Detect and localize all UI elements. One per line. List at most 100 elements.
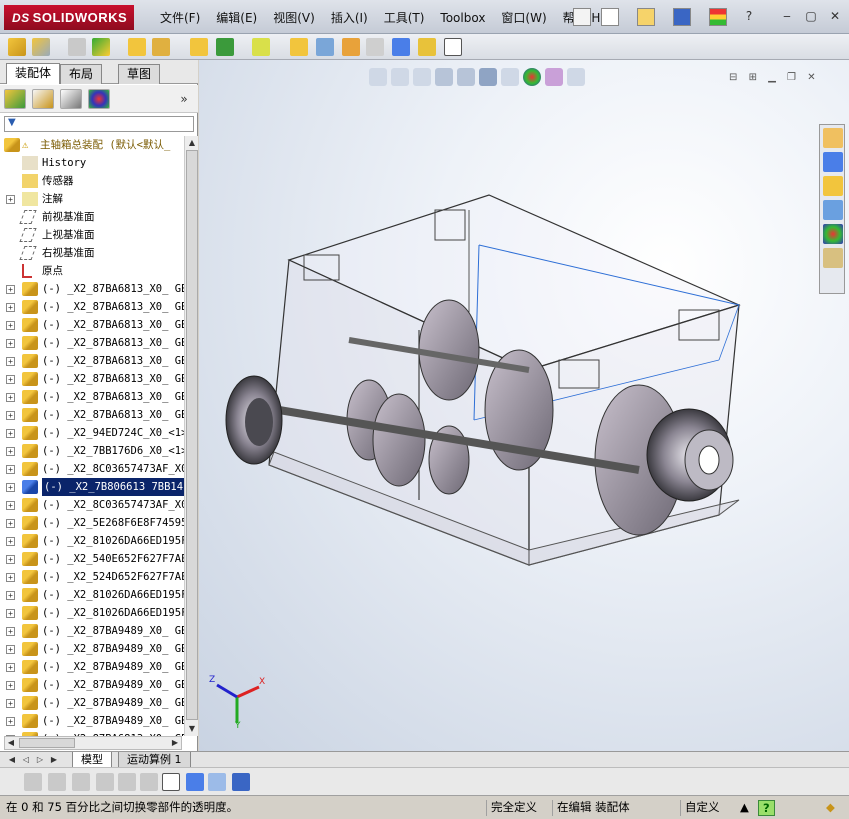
tree-component-row[interactable]: + (-) _X2_87BA9489_X0_ GB xyxy=(0,676,184,694)
expand-toggle-icon[interactable]: + xyxy=(6,627,15,636)
expand-toggle-icon[interactable]: + xyxy=(6,519,15,528)
appearances-scenes-icon[interactable] xyxy=(823,224,843,244)
bill-of-materials-icon[interactable] xyxy=(316,38,334,56)
menu-tools[interactable]: 工具(T) xyxy=(376,10,433,28)
tree-item-sensor[interactable]: 传感器 xyxy=(0,172,184,190)
view-palette-icon[interactable] xyxy=(823,200,843,220)
tree-component-row[interactable]: + (-) _X2_8C03657473AF_X0 xyxy=(0,460,184,478)
hscroll-thumb[interactable] xyxy=(19,738,75,748)
menu-view[interactable]: 视图(V) xyxy=(265,10,323,28)
tree-component-row[interactable]: + (-) _X2_87BA9489_X0_ GB xyxy=(0,640,184,658)
expand-toggle-icon[interactable]: + xyxy=(6,393,15,402)
status-units[interactable]: 自定义 xyxy=(680,800,724,816)
tree-component-row[interactable]: + (-) _X2_87BA6813_X0_ GB xyxy=(0,352,184,370)
tree-horizontal-scrollbar[interactable]: ◀ ▶ xyxy=(4,736,182,750)
tree-component-row[interactable]: + (-) _X2_81026DA66ED195F xyxy=(0,604,184,622)
scroll-up-arrow-icon[interactable]: ▲ xyxy=(186,137,198,149)
tab-assembly[interactable]: 装配体 xyxy=(6,63,61,84)
tab-layout[interactable]: 布局 xyxy=(60,64,103,84)
tree-component-row[interactable]: + (-) _X2_87BA9489_X0_ GB xyxy=(0,658,184,676)
open-folder-icon[interactable] xyxy=(637,8,655,26)
tree-root[interactable]: ⚠ 主轴箱总装配 (默认<默认_ xyxy=(0,136,184,154)
clearance-verification-icon[interactable] xyxy=(418,38,436,56)
tree-item-plane[interactable]: 右视基准面 xyxy=(0,244,184,262)
view-tool-1-icon[interactable] xyxy=(24,773,42,791)
tree-item-plane[interactable]: 上视基准面 xyxy=(0,226,184,244)
expand-toggle-icon[interactable]: + xyxy=(6,339,15,348)
expand-toggle-icon[interactable]: + xyxy=(6,303,15,312)
minimize-icon[interactable]: ‒ xyxy=(780,10,794,24)
solidworks-logo[interactable]: DS SOLIDWORKS xyxy=(4,5,134,30)
expand-toggle-icon[interactable]: + xyxy=(6,411,15,420)
menu-edit[interactable]: 编辑(E) xyxy=(208,10,265,28)
next-tab-arrow-icon[interactable]: ▷ xyxy=(34,754,46,766)
explode-line-sketch-icon[interactable] xyxy=(366,38,384,56)
tree-component-row[interactable]: + (-) _X2_87BA9489_X0_ GB xyxy=(0,694,184,712)
expand-toggle-icon[interactable]: + xyxy=(6,645,15,654)
units-up-arrow-icon[interactable]: ▲ xyxy=(736,800,753,816)
tree-component-row[interactable]: + (-) _X2_87BA9489_X0_ GB xyxy=(0,622,184,640)
expand-toggle-icon[interactable]: + xyxy=(6,681,15,690)
feature-manager-icon[interactable] xyxy=(4,89,26,109)
mate-paperclip-icon[interactable] xyxy=(68,38,86,56)
smart-fasteners-icon[interactable] xyxy=(128,38,146,56)
tree-item-origin[interactable]: 原点 xyxy=(0,262,184,280)
tree-component-row[interactable]: + (-) _X2_7BB176D6_X0_<1> xyxy=(0,442,184,460)
save-view-icon[interactable] xyxy=(232,773,250,791)
expand-toggle-icon[interactable]: + xyxy=(6,465,15,474)
view-tool-3-icon[interactable] xyxy=(72,773,90,791)
first-tab-arrow-icon[interactable]: ◀ xyxy=(6,754,18,766)
move-component-icon[interactable] xyxy=(152,38,170,56)
tree-component-row[interactable]: + (-) _X2_5E268F6E8F74595 xyxy=(0,514,184,532)
help-question-icon[interactable]: ? xyxy=(742,10,756,24)
pin-icon[interactable] xyxy=(573,8,591,26)
expand-toggle-icon[interactable]: + xyxy=(6,321,15,330)
display-manager-icon[interactable] xyxy=(88,89,110,109)
configuration-manager-icon[interactable] xyxy=(60,89,82,109)
menu-file[interactable]: 文件(F) xyxy=(152,10,208,28)
tree-component-row[interactable]: + (-) _X2_87BA6813_X0_ GB xyxy=(0,298,184,316)
exploded-view-icon[interactable] xyxy=(342,38,360,56)
last-tab-arrow-icon[interactable]: ▶ xyxy=(48,754,60,766)
menu-insert[interactable]: 插入(I) xyxy=(323,10,376,28)
expand-toggle-icon[interactable]: + xyxy=(6,501,15,510)
tree-component-row[interactable]: + (-) _X2_87BA6813_X0_ GB xyxy=(0,388,184,406)
close-icon[interactable]: ✕ xyxy=(828,10,842,24)
show-hidden-icon[interactable] xyxy=(190,38,208,56)
new-document-icon[interactable] xyxy=(601,8,619,26)
interference-detection-icon[interactable] xyxy=(392,38,410,56)
tree-item-history[interactable]: History xyxy=(0,154,184,172)
instant3d-icon[interactable] xyxy=(444,38,462,56)
menu-toolbox[interactable]: Toolbox xyxy=(432,10,493,28)
tab-motion-study[interactable]: 运动算例 1 xyxy=(118,752,191,768)
graphics-area[interactable]: ⊟ ⊞ ▁ ❐ ✕ X Y Z xyxy=(199,60,849,751)
save-icon[interactable] xyxy=(673,8,691,26)
tree-component-row[interactable]: + (-) _X2_7B806613 7BB14F5 xyxy=(0,478,184,496)
tree-component-row[interactable]: + (-) _X2_87BA6813_X0_ GB xyxy=(0,334,184,352)
expand-toggle-icon[interactable]: + xyxy=(6,357,15,366)
expand-toggle-icon[interactable]: + xyxy=(6,699,15,708)
expand-toggle-icon[interactable]: + xyxy=(6,717,15,726)
expand-toggle-icon[interactable]: + xyxy=(6,573,15,582)
axis-view-icon[interactable] xyxy=(162,773,180,791)
tree-component-row[interactable]: + (-) _X2_94ED724C_X0_<1> xyxy=(0,424,184,442)
expand-toggle-icon[interactable]: + xyxy=(6,591,15,600)
table-view-icon[interactable] xyxy=(208,773,226,791)
tree-component-row[interactable]: + (-) _X2_87BA6813_X0_ GB xyxy=(0,370,184,388)
filter-box[interactable]: ▼ xyxy=(4,116,194,132)
insert-component-icon[interactable] xyxy=(8,38,26,56)
prev-tab-arrow-icon[interactable]: ◁ xyxy=(20,754,32,766)
expand-toggle-icon[interactable]: + xyxy=(6,195,15,204)
new-motion-study-icon[interactable] xyxy=(290,38,308,56)
expand-toggle-icon[interactable]: + xyxy=(6,375,15,384)
tree-component-row[interactable]: + (-) _X2_8C03657473AF_X0 xyxy=(0,496,184,514)
property-manager-icon[interactable] xyxy=(32,89,54,109)
design-library-icon[interactable] xyxy=(823,152,843,172)
tree-item-plane[interactable]: 前视基准面 xyxy=(0,208,184,226)
rebuild-traffic-light-icon[interactable] xyxy=(709,8,727,26)
tree-component-row[interactable]: + (-) _X2_81026DA66ED195F xyxy=(0,532,184,550)
tree-component-row[interactable]: + (-) _X2_87BA9489_X0_ GB xyxy=(0,712,184,730)
scrollbar-thumb[interactable] xyxy=(186,150,198,720)
expand-panel-icon[interactable]: » xyxy=(178,93,190,105)
view-tool-6-icon[interactable] xyxy=(140,773,158,791)
